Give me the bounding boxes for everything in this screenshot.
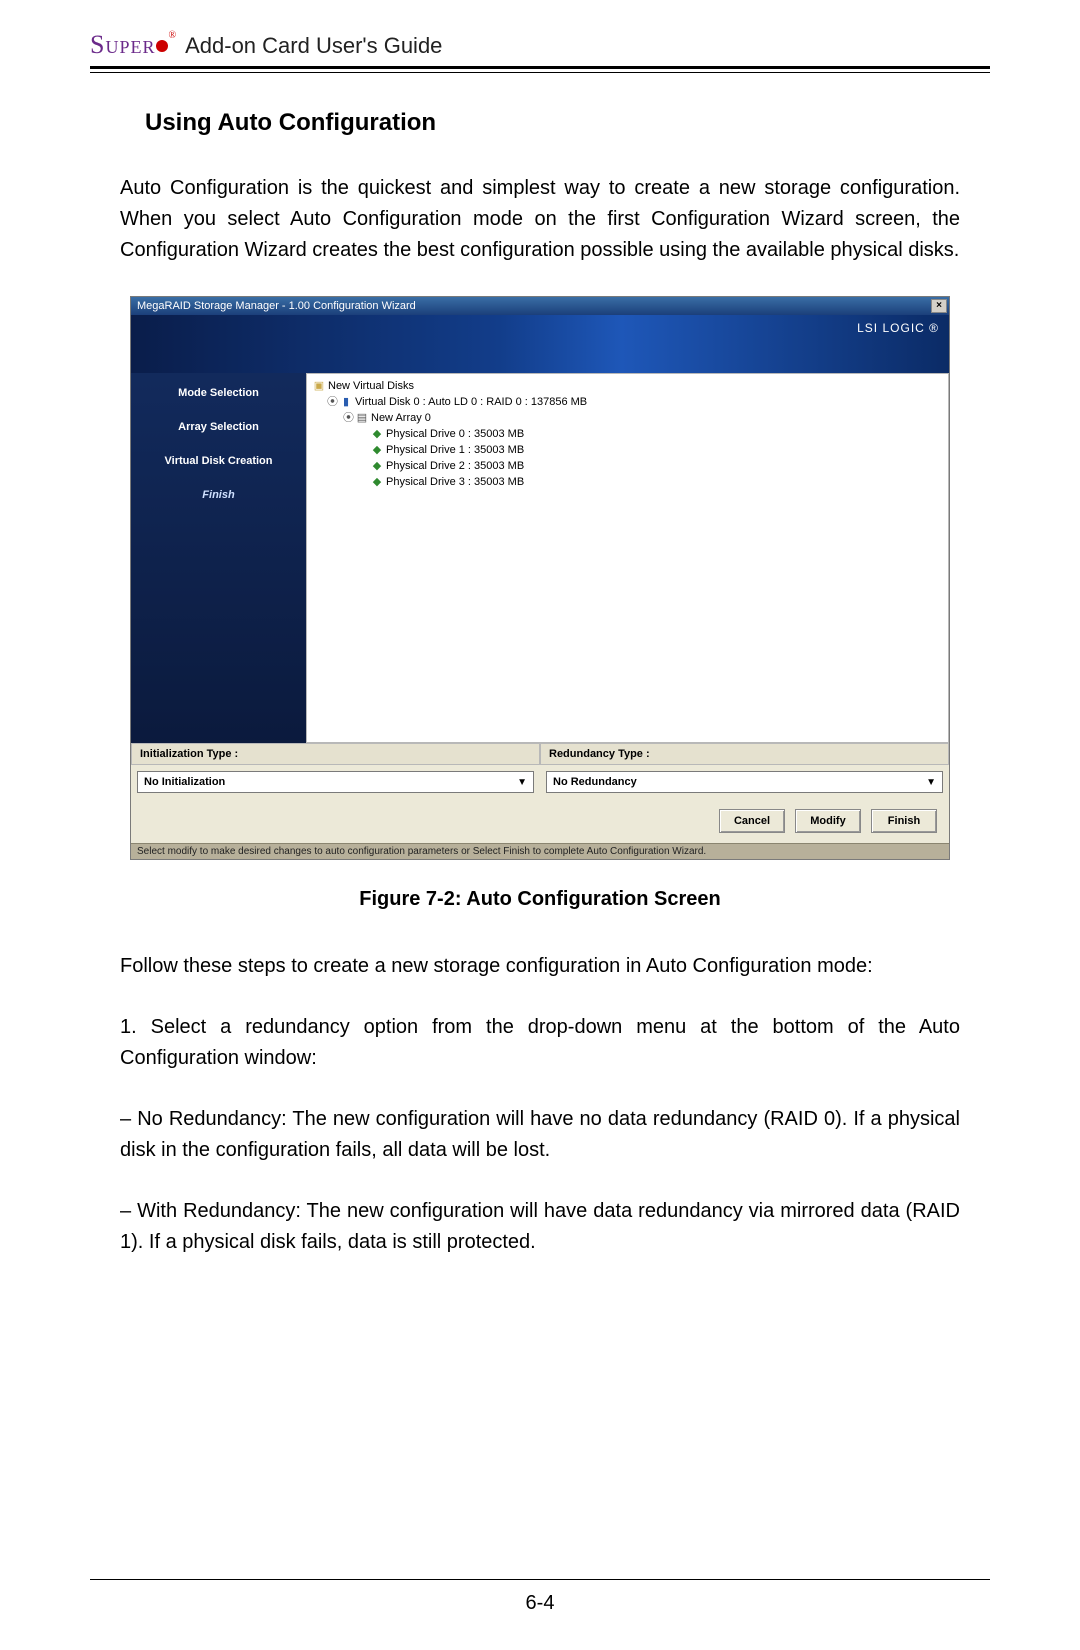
- redundancy-type-select[interactable]: No Redundancy ▼: [546, 771, 943, 793]
- tree-array[interactable]: ⦿▤New Array 0: [313, 410, 942, 426]
- sidebar-step-finish[interactable]: Finish: [139, 489, 298, 501]
- drive-icon: ◆: [371, 458, 383, 474]
- figure-caption: Figure 7-2: Auto Configuration Screen: [90, 888, 990, 911]
- registered-icon: ®: [168, 30, 177, 41]
- step-1-paragraph: 1. Select a redundancy option from the d…: [120, 1012, 960, 1074]
- dialog-banner: LSI LOGIC ®: [131, 315, 949, 373]
- array-icon: ▤: [356, 410, 368, 426]
- chevron-down-icon: ▼: [926, 777, 936, 788]
- tree-handle-icon: ⦿: [343, 412, 354, 424]
- brand-text: Super: [90, 30, 155, 59]
- tree-virtual-disk[interactable]: ⦿▮Virtual Disk 0 : Auto LD 0 : RAID 0 : …: [313, 394, 942, 410]
- virtual-disk-icon: ▮: [340, 394, 352, 410]
- redundancy-type-value: No Redundancy: [553, 776, 637, 788]
- drive-icon: ◆: [371, 426, 383, 442]
- after-figure-paragraph: Follow these steps to create a new stora…: [120, 951, 960, 982]
- folder-icon: ▣: [313, 378, 325, 394]
- tree-drive-3[interactable]: ◆Physical Drive 3 : 35003 MB: [313, 474, 942, 490]
- tree-handle-icon: ⦿: [327, 396, 338, 408]
- with-redundancy-bullet: – With Redundancy: The new configuration…: [120, 1196, 960, 1258]
- dialog-title: MegaRAID Storage Manager - 1.00 Configur…: [137, 300, 416, 312]
- lsi-logic-logo: LSI LOGIC ®: [857, 321, 939, 335]
- page-header: Super ® Add-on Card User's Guide: [90, 30, 990, 66]
- init-type-value: No Initialization: [144, 776, 225, 788]
- chevron-down-icon: ▼: [517, 777, 527, 788]
- close-button[interactable]: ×: [931, 299, 947, 313]
- wizard-sidebar: Mode Selection Array Selection Virtual D…: [131, 373, 306, 743]
- bottom-options: Initialization Type : No Initialization …: [131, 743, 949, 799]
- intro-paragraph: Auto Configuration is the quickest and s…: [120, 173, 960, 266]
- section-heading: Using Auto Configuration: [145, 109, 990, 137]
- sidebar-step-vdc[interactable]: Virtual Disk Creation: [139, 455, 298, 467]
- init-type-label: Initialization Type :: [131, 744, 540, 765]
- dialog-button-row: Cancel Modify Finish: [131, 799, 949, 843]
- tree-pane: ▣New Virtual Disks ⦿▮Virtual Disk 0 : Au…: [306, 373, 949, 743]
- brand-logo: Super ®: [90, 30, 177, 60]
- finish-button[interactable]: Finish: [871, 809, 937, 833]
- header-rule: [90, 66, 990, 73]
- tree-root[interactable]: ▣New Virtual Disks: [313, 378, 942, 394]
- drive-icon: ◆: [371, 474, 383, 490]
- init-type-select[interactable]: No Initialization ▼: [137, 771, 534, 793]
- dialog-titlebar: MegaRAID Storage Manager - 1.00 Configur…: [131, 297, 949, 315]
- tree-drive-1[interactable]: ◆Physical Drive 1 : 35003 MB: [313, 442, 942, 458]
- cancel-button[interactable]: Cancel: [719, 809, 785, 833]
- tree-drive-0[interactable]: ◆Physical Drive 0 : 35003 MB: [313, 426, 942, 442]
- sidebar-step-array[interactable]: Array Selection: [139, 421, 298, 433]
- figure-wrap: MegaRAID Storage Manager - 1.00 Configur…: [120, 296, 960, 860]
- sidebar-step-mode[interactable]: Mode Selection: [139, 387, 298, 399]
- no-redundancy-bullet: – No Redundancy: The new configuration w…: [120, 1104, 960, 1166]
- drive-icon: ◆: [371, 442, 383, 458]
- dialog-statusbar: Select modify to make desired changes to…: [131, 843, 949, 859]
- page-number: 6-4: [0, 1592, 1080, 1615]
- tree-drive-2[interactable]: ◆Physical Drive 2 : 35003 MB: [313, 458, 942, 474]
- modify-button[interactable]: Modify: [795, 809, 861, 833]
- brand-dot-icon: [156, 40, 168, 52]
- config-wizard-dialog: MegaRAID Storage Manager - 1.00 Configur…: [130, 296, 950, 860]
- redundancy-type-label: Redundancy Type :: [540, 744, 949, 765]
- doc-title: Add-on Card User's Guide: [185, 33, 442, 59]
- footer-rule: [90, 1579, 990, 1580]
